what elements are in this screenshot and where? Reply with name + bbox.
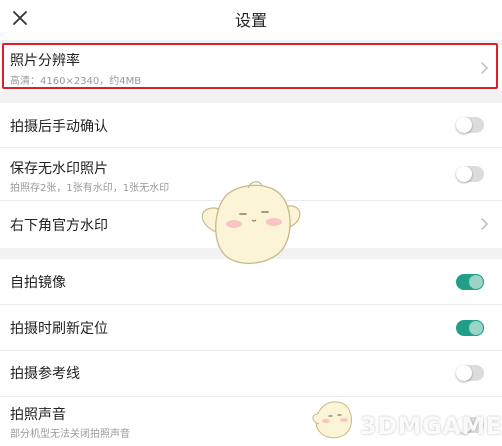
page-title: 设置 (234, 11, 267, 30)
toggle-knob (456, 365, 472, 381)
close-button[interactable] (8, 6, 32, 30)
chevron-right-icon (481, 218, 489, 230)
chevron-right-icon (481, 62, 489, 74)
row-subtitle: 部分机型无法关闭拍照声音 (10, 429, 130, 440)
selfie-mirror-toggle[interactable] (456, 274, 484, 290)
row-subtitle: 高清：4160×2340，约4MB (10, 76, 142, 87)
row-subtitle: 拍照存2张，1张有水印，1张无水印 (10, 183, 170, 194)
manual-confirm-toggle[interactable] (456, 117, 484, 133)
site-watermark: 3DMGAME (360, 412, 502, 440)
toggle-knob (468, 320, 484, 336)
photo-resolution-row[interactable]: 照片分辨率 高清：4160×2340，约4MB (0, 45, 502, 91)
row-label: 拍摄后手动确认 (10, 119, 108, 135)
row-label: 拍摄参考线 (10, 366, 80, 382)
reference-lines-row[interactable]: 拍摄参考线 (0, 351, 502, 397)
refresh-location-row[interactable]: 拍摄时刷新定位 (0, 305, 502, 351)
manual-confirm-row[interactable]: 拍摄后手动确认 (0, 103, 502, 148)
row-label: 保存无水印照片 (10, 161, 108, 177)
row-label: 自拍镜像 (10, 275, 66, 291)
row-label: 照片分辨率 (10, 53, 80, 69)
toggle-knob (456, 166, 472, 182)
refresh-location-toggle[interactable] (456, 320, 484, 336)
save-no-watermark-toggle[interactable] (456, 166, 484, 182)
settings-group-resolution: 照片分辨率 高清：4160×2340，约4MB (0, 45, 502, 91)
mascot-illustration (201, 181, 301, 265)
row-label: 右下角官方水印 (10, 218, 108, 234)
reference-lines-toggle[interactable] (456, 365, 484, 381)
row-label: 拍摄时刷新定位 (10, 321, 108, 337)
watermark-mascot (312, 401, 352, 439)
row-label: 拍照声音 (10, 407, 66, 423)
close-icon (13, 11, 27, 25)
toggle-knob (456, 117, 472, 133)
toggle-knob (468, 274, 484, 290)
top-bar: 设置 (0, 0, 502, 40)
